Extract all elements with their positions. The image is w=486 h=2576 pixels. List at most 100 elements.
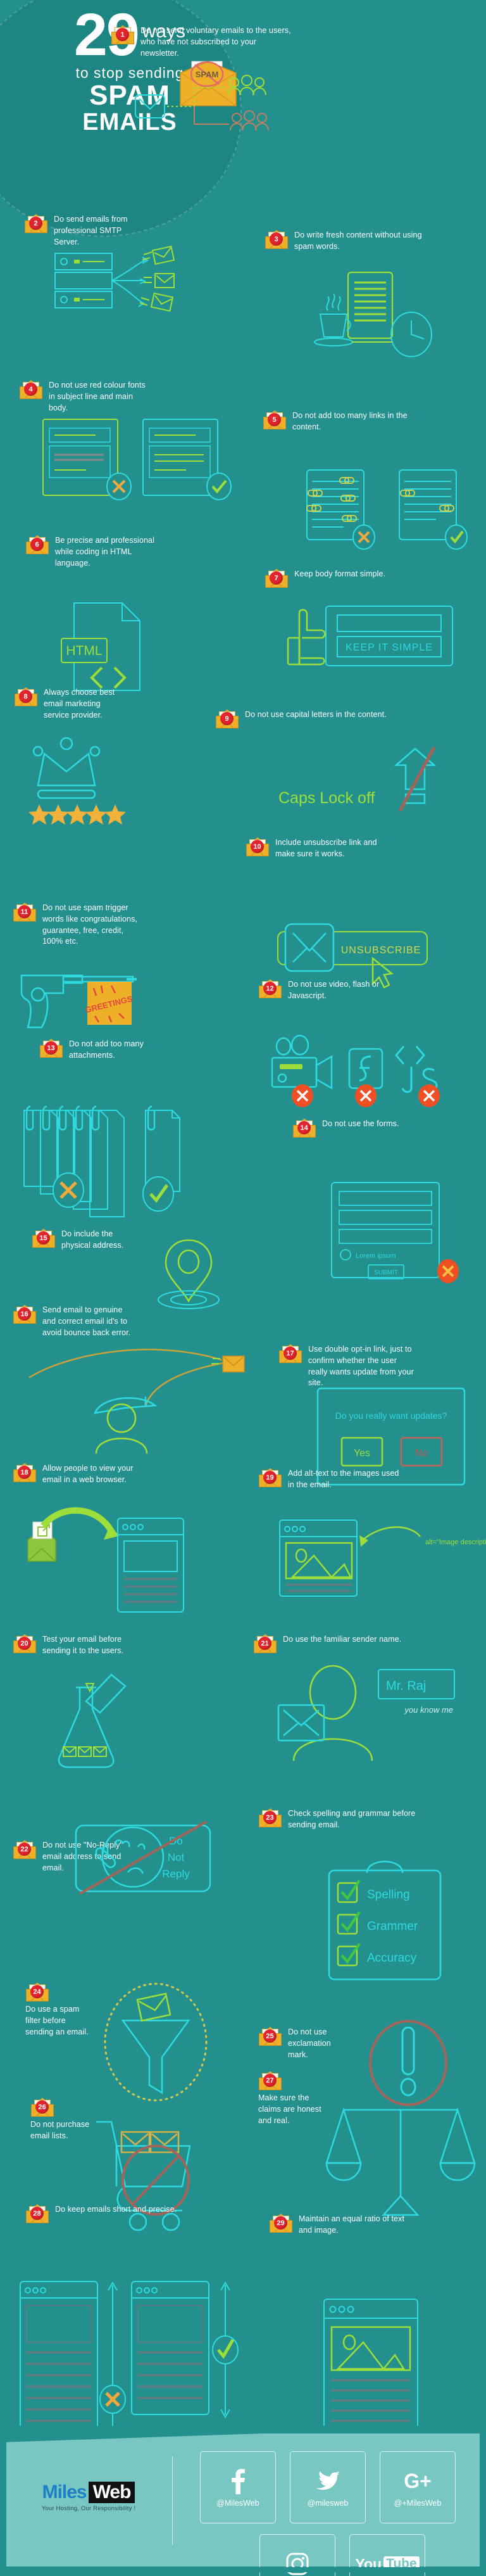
tip-number: 28 (30, 2207, 44, 2220)
brand-logo[interactable]: Miles Web Your Hosting, Our Responsibilit… (28, 2482, 149, 2512)
people-group-muted-icon (230, 110, 269, 131)
tip-text: Maintain an equal ratio of text and imag… (299, 2214, 405, 2235)
social-card-facebook[interactable]: @MilesWeb (200, 2451, 276, 2523)
balanced-email-window (323, 2299, 418, 2446)
document-icon (347, 271, 394, 339)
tip-number: 18 (18, 1466, 31, 1479)
envelope-badge-icon: 27 (258, 2071, 282, 2090)
tip-text: Send email to genuine and correct email … (42, 1305, 131, 1337)
filtered-envelope-icon (136, 1993, 171, 2022)
tip-number: 24 (30, 1985, 44, 1998)
header: 29 ways to stop sending SPAM EMAILS SPAM … (0, 0, 486, 237)
envelope-badge-icon: 10 (246, 837, 270, 856)
form-submit-label: SUBMIT (374, 1269, 398, 1276)
no-reply-line2: Not (168, 1851, 185, 1863)
tip-text: Test your email before sending it to the… (42, 1635, 124, 1655)
no-reply-line3: Reply (162, 1868, 190, 1880)
cross-mark-icon (106, 473, 132, 500)
tip-6: 6 Be precise and professional while codi… (25, 535, 165, 569)
envelope-badge-icon: 21 (253, 1634, 277, 1653)
tip-22-illustration: Do Not Reply (75, 1820, 217, 1895)
envelope-badge-icon: 12 (258, 979, 282, 998)
tip-text: Be precise and professional while coding… (55, 536, 154, 568)
check-grammar-label: Grammer (367, 1920, 418, 1933)
footer: Miles Web Your Hosting, Our Responsibilit… (0, 2426, 486, 2576)
tip-text: Do not purchase email lists. (30, 2120, 90, 2140)
tip-27: 27 Make sure the claims are honest and r… (258, 2071, 329, 2126)
short-email-window (131, 2281, 209, 2415)
tip-8: 8 Always choose best email marketing ser… (14, 687, 115, 721)
social-card-googleplus[interactable]: G+ @+MilesWeb (380, 2451, 456, 2523)
check-spelling-label: Spelling (367, 1888, 410, 1901)
envelope-badge-icon: 28 (25, 2204, 49, 2223)
envelope-badge-icon: 25 (258, 2027, 282, 2046)
tip-number: 2 (29, 217, 42, 230)
tip-number: 6 (30, 538, 44, 551)
envelope-badge-icon: 5 (263, 410, 287, 429)
link-chain-icon (400, 490, 454, 512)
html-label: HTML (66, 644, 102, 658)
unsubscribe-label: UNSUBSCRIBE (341, 945, 421, 956)
tip-12: 12 Do not use video, flash or Javascript… (258, 979, 391, 1002)
form-checkbox-icon (340, 1249, 351, 1260)
footer-divider (172, 2456, 173, 2545)
tip-number: 9 (220, 712, 234, 725)
tip-5-illustration (306, 469, 473, 550)
sender-name-label: Mr. Raj (386, 1679, 426, 1693)
envelope-badge-icon: 23 (258, 1808, 282, 1827)
tip-23-illustration: Spelling Grammer Accuracy (328, 1859, 448, 1983)
tip-17: 17 Use double opt-in link, just to confi… (278, 1344, 414, 1389)
envelope-outline-icon (277, 1704, 325, 1742)
envelope-badge-icon: 14 (292, 1119, 316, 1138)
tip-19-illustration: alt="Image description" (278, 1519, 486, 1598)
tip-number: 3 (270, 232, 283, 246)
tip-text: Use double opt-in link, just to confirm … (308, 1345, 414, 1388)
tip-number: 21 (258, 1637, 271, 1650)
tip-25: 25 Do not use exclamation mark. (258, 2027, 331, 2060)
crown-icon (32, 737, 101, 799)
tip-number: 5 (268, 413, 281, 426)
clock-icon (390, 312, 432, 357)
tip-text: Do not use exclamation mark. (288, 2027, 331, 2059)
twitter-icon (316, 2467, 340, 2495)
bad-email-card (42, 419, 118, 496)
tip-text: Do not use the forms. (322, 1119, 399, 1128)
tip-13-illustration (19, 1105, 228, 1217)
mini-envelopes-icon (63, 1746, 107, 1757)
star-rating-icons (28, 804, 126, 825)
tip-1-illustration (134, 75, 311, 141)
tip-text: Do not send voluntary emails to the user… (140, 26, 291, 58)
tip-text: Include unsubscribe link and make sure i… (275, 838, 377, 858)
tip-4: 4 Do not use red colour fonts in subject… (19, 380, 152, 414)
tip-number: 4 (24, 383, 37, 396)
social-card-twitter[interactable]: @milesweb (290, 2451, 366, 2523)
tip-14: 14 Do not use the forms. (292, 1119, 432, 1138)
infographic-page: 29 ways to stop sending SPAM EMAILS SPAM … (0, 0, 486, 2576)
tip-11: 11 Do not use spam trigger words like co… (13, 903, 139, 948)
tip-21-illustration: Mr. Raj you know me (272, 1665, 475, 1761)
social-handle: @milesweb (307, 2499, 349, 2508)
tip-1: 1 Do not send voluntary emails to the us… (111, 25, 294, 59)
tip-26: 26 Do not purchase email lists. (30, 2098, 100, 2142)
caps-lock-off-label: Caps Lock off (278, 789, 375, 807)
tip-15: 15 Do include the physical address. (32, 1229, 136, 1252)
good-email-card (142, 419, 218, 496)
link-chain-icon (306, 477, 357, 522)
tip-text: Do keep emails short and precise. (55, 2205, 177, 2214)
tip-19: 19 Add alt-text to the images used in th… (258, 1468, 404, 1491)
envelope-badge-icon: 2 (24, 214, 48, 233)
logo-web-text: Web (88, 2482, 135, 2503)
tip-21: 21 Do use the familiar sender name. (253, 1634, 430, 1653)
tip-number: 27 (263, 2074, 277, 2087)
tip-23: 23 Check spelling and grammar before sen… (258, 1808, 416, 1831)
tip-number: 8 (19, 690, 32, 703)
tip-7-illustration: KEEP IT SIMPLE (287, 605, 465, 678)
tip-18-illustration (18, 1507, 233, 1621)
form-checkbox-label: Lorem ipsum (356, 1252, 396, 1260)
tip-text: Always choose best email marketing servi… (44, 688, 115, 720)
tip-number: 26 (35, 2100, 49, 2114)
envelope-badge-icon: 16 (13, 1305, 37, 1324)
too-many-links-card (306, 469, 375, 550)
tip-text: Do send emails from professional SMTP Se… (54, 215, 128, 246)
tip-15-illustration (158, 1236, 248, 1312)
